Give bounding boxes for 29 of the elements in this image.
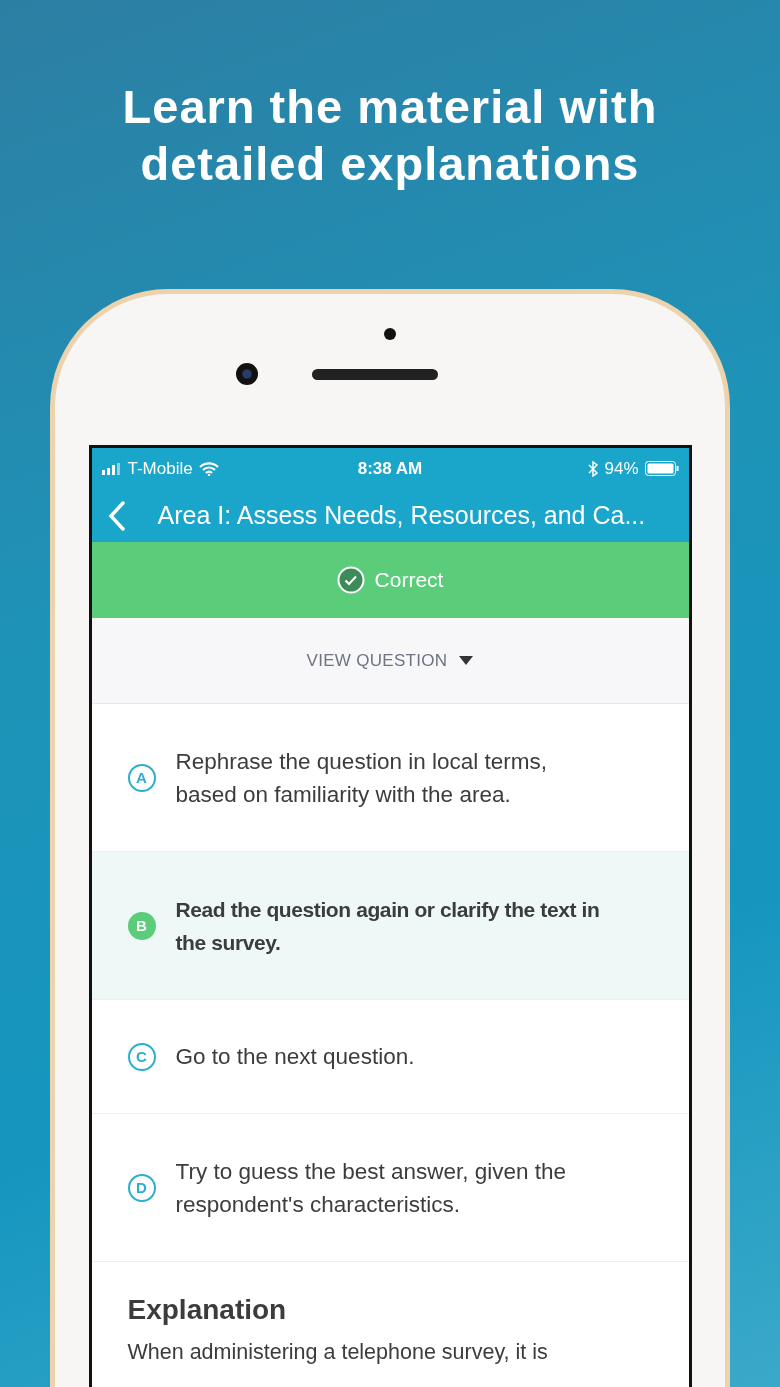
camera-icon [236,363,258,385]
answer-option[interactable]: B Read the question again or clarify the text in the survey. [91,852,689,1000]
explanation-text: When administering a telephone survey, it is [127,1340,549,1365]
headline: Learn the material with [122,79,658,135]
sensor-icon [384,328,396,340]
result-label: Correct [374,568,444,592]
signal-icon [101,462,122,475]
answer-text: Read the question again or clarify the text in the survey. [175,896,601,956]
speaker-icon [312,368,438,380]
battery-percent: 94% [604,458,639,479]
answer-text: Rephrase the question in local terms, based on familiarity with the area. [175,747,548,809]
nav-title: Area I: Assess Needs, Resources, and Ca... [157,501,646,530]
caret-icon [459,656,474,665]
bluetooth-icon [588,460,599,477]
carrier-name: T-Mobile [127,458,193,479]
answer-text: Go to the next question. [175,1043,415,1071]
battery-icon [644,461,679,476]
status-time: 8:38 AM [357,458,423,479]
letter-badge: A [127,763,156,792]
letter-badge: C [127,1042,156,1071]
letter-badge: B [127,911,156,940]
view-question-button[interactable]: VIEW QUESTION [91,618,689,704]
explanation-title: Explanation [127,1294,288,1326]
letter-badge: D [127,1173,156,1202]
wifi-icon [198,461,219,476]
answer-text: Try to guess the best answer, given the respondent's characteristics. [175,1157,568,1219]
check-circle-icon [336,566,365,594]
back-button[interactable] [107,500,126,531]
headline: detailed explanations [140,136,640,192]
